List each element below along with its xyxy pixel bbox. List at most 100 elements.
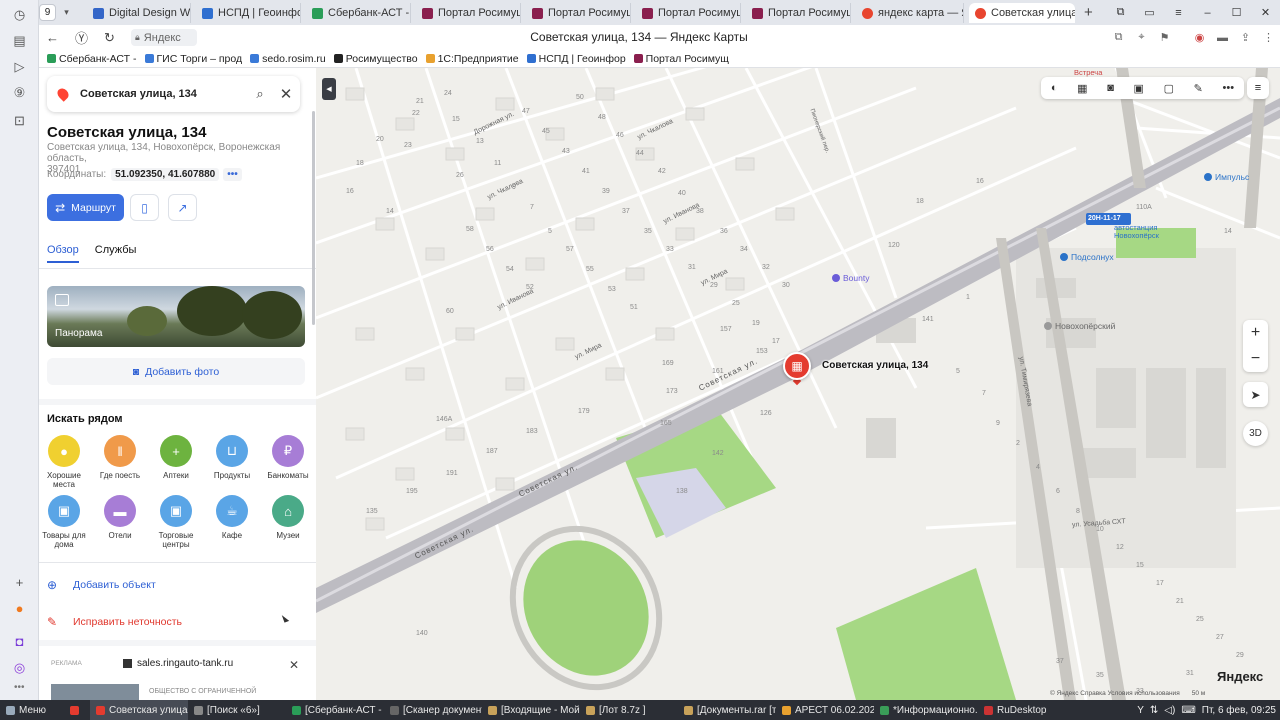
history-icon[interactable]: ◷ <box>10 5 29 24</box>
taskbar-item[interactable]: Советская улица, ... <box>90 700 188 720</box>
taskbar-item[interactable]: *Информационно... <box>874 700 978 720</box>
bookmark-item[interactable]: Росимущество <box>333 53 418 65</box>
add-panel-icon[interactable]: + <box>10 573 29 592</box>
3d-toggle-button[interactable]: 3D <box>1243 421 1268 446</box>
ruler-icon[interactable]: ✎ <box>1194 82 1203 95</box>
camera-icon[interactable]: ◙ <box>1107 82 1114 94</box>
ad-block[interactable]: РЕКЛАМА sales.ringauto-tank.ru ✕ ОБЩЕСТВ… <box>47 656 305 700</box>
close-window-icon[interactable]: ✕ <box>1251 0 1280 25</box>
mail-icon[interactable]: ● <box>10 599 29 618</box>
taskbar-item[interactable]: RuDesktop <box>978 700 1050 720</box>
bookmark-icon[interactable]: ⚑ <box>1153 28 1176 47</box>
tab-yandex-search[interactable]: яндекс карта — Янд <box>856 3 964 23</box>
transit-icon[interactable]: ▣ <box>1134 82 1144 95</box>
poi-bus-station[interactable]: автостанция Новохопёрск <box>1114 224 1176 240</box>
close-ad-icon[interactable]: ✕ <box>289 658 299 672</box>
nearby-food[interactable]: ǁ Где поесть <box>92 435 148 480</box>
nearby-home-goods[interactable]: ▣ Товары для дома <box>39 495 92 549</box>
collections-icon[interactable]: ▤ <box>10 31 29 50</box>
taskbar-item[interactable]: [Лот 8.7z ] <box>580 700 678 720</box>
yandex-logo[interactable]: Яндекс <box>1217 669 1263 684</box>
bookmark-button[interactable]: ▯ <box>130 194 159 221</box>
nearby-atm[interactable]: ₽ Банкоматы <box>260 435 316 480</box>
play-icon[interactable]: ▷ <box>10 57 29 76</box>
poi-bounty[interactable]: Bounty <box>832 273 869 283</box>
tab-rosim-2[interactable]: Портал Росимущес <box>526 3 631 23</box>
nearby-groceries[interactable]: ⊔ Продукты <box>204 435 260 480</box>
add-object-button[interactable]: ⊕ Добавить объект <box>47 578 156 592</box>
zoom-in-icon[interactable]: + <box>1243 320 1268 346</box>
chevron-down-icon[interactable]: ▾ <box>58 4 75 21</box>
poi-novokhopersky[interactable]: Новохопёрский <box>1044 321 1115 331</box>
bookmark-manager-icon[interactable]: ▭ <box>1135 0 1164 25</box>
keyboard-icon[interactable]: ⌨ <box>1181 705 1195 716</box>
ad-site[interactable]: sales.ringauto-tank.ru <box>123 658 233 669</box>
taskbar-item[interactable]: [Сканер документ... <box>384 700 482 720</box>
bookmark-item[interactable]: Сбербанк-АСТ - <box>47 53 137 65</box>
tab-services[interactable]: Службы <box>95 244 137 263</box>
fix-error-button[interactable]: ✎ Исправить неточность <box>47 615 182 629</box>
screenshot-icon[interactable]: ⊡ <box>10 111 29 130</box>
place-marker-icon[interactable]: ▦ <box>783 352 811 380</box>
geolocation-icon[interactable]: ➤ <box>1243 382 1268 407</box>
search-input[interactable]: Советская улица, 134 <box>80 88 248 100</box>
yandex-tray-icon[interactable]: Y <box>1137 705 1144 716</box>
messenger-icon[interactable]: ◘ <box>10 632 29 651</box>
coords-value[interactable]: 51.092350, 41.607880 <box>111 168 220 181</box>
tab-nspd[interactable]: НСПД | Геоинформ <box>196 3 301 23</box>
search-box[interactable]: Советская улица, 134 ⌕ ✕ <box>47 76 300 112</box>
poi-vstrecha[interactable]: Встреча <box>1074 68 1102 77</box>
extension-icon[interactable]: ◉ <box>1188 28 1211 47</box>
nearby-pharmacy[interactable]: + Аптеки <box>148 435 204 480</box>
location-icon[interactable]: ⌖ <box>1130 28 1153 47</box>
url-field[interactable]: 🔒︎ Яндекс <box>131 29 197 46</box>
collapse-panel-icon[interactable]: ◀ <box>322 78 336 100</box>
alice-icon[interactable]: ◎ <box>10 658 29 677</box>
add-photo-button[interactable]: ◙ Добавить фото <box>47 358 305 385</box>
panel-scrollbar[interactable] <box>312 111 315 325</box>
bookmark-item[interactable]: 1С:Предприятие <box>425 53 519 65</box>
copy-icon[interactable]: ⧉ <box>1107 28 1130 47</box>
nearby-good-places[interactable]: ● Хорошие места <box>39 435 92 489</box>
taskbar-item[interactable]: [Поиск «6»] <box>188 700 286 720</box>
bookmark-item[interactable]: НСПД | Геоинфор <box>526 53 626 65</box>
more-icon[interactable]: ••• <box>1223 82 1235 94</box>
tab-rosim-1[interactable]: Портал Росимущес <box>416 3 521 23</box>
reload-icon[interactable]: ↻ <box>101 29 118 46</box>
more-icon[interactable]: ••• <box>14 682 25 693</box>
tab-rosim-4[interactable]: Портал Росимущес <box>746 3 851 23</box>
network-icon[interactable]: ⇅ <box>1150 705 1158 716</box>
search-icon[interactable]: ⌕ <box>248 86 272 102</box>
poi-impuls[interactable]: Импульс <box>1204 172 1249 182</box>
bookmark-item[interactable]: ГИС Торги – прод <box>144 53 242 65</box>
profile-icon[interactable]: ⋮ <box>1257 28 1280 47</box>
panorama-thumbnail[interactable]: Панорама <box>47 286 305 347</box>
tab-yandex-maps-active[interactable]: Советская улица✕ <box>969 3 1075 23</box>
taskbar-item[interactable]: [Сбербанк-АСТ - Э... <box>286 700 384 720</box>
nearby-cafe[interactable]: ☕︎ Кафе <box>204 495 260 540</box>
downloads-icon[interactable]: ▬ <box>1211 28 1234 47</box>
minimize-icon[interactable]: – <box>1193 0 1222 25</box>
nearby-hotels[interactable]: ▬ Отели <box>92 495 148 540</box>
bookmark-item[interactable]: sedo.rosim.ru <box>250 53 326 65</box>
zoom-out-icon[interactable]: − <box>1243 346 1268 372</box>
marker-label[interactable]: Советская улица, 134 <box>822 360 928 371</box>
new-tab-icon[interactable]: + <box>1084 4 1093 21</box>
poi-podsolnukh[interactable]: Подсолнух <box>1060 252 1114 262</box>
route-button[interactable]: ⇄ Маршрут <box>47 194 124 221</box>
attribution-text[interactable]: © Яндекс Справка Условия использования <box>1050 690 1180 697</box>
map-menu-icon[interactable]: ≡ <box>1247 77 1269 99</box>
back-icon[interactable]: ← <box>44 29 61 46</box>
traffic-icon[interactable]: ▢ <box>1164 82 1174 95</box>
tab-counter[interactable]: 9 ▾ <box>39 4 77 21</box>
panorama-mode-icon[interactable]: ▦ <box>1077 82 1087 95</box>
tab-overview[interactable]: Обзор <box>47 244 79 263</box>
yandex-browser-launcher[interactable] <box>64 700 90 720</box>
taskbar-item[interactable]: [Входящие - Мой... <box>482 700 580 720</box>
layers-icon[interactable]: ◐ <box>1051 82 1058 94</box>
start-menu-button[interactable]: Меню <box>0 700 64 720</box>
taskbar-item[interactable]: [Документы.rar [т... <box>678 700 776 720</box>
main-menu-icon[interactable]: ≡ <box>1164 0 1193 25</box>
nearby-malls[interactable]: ▣ Торговые центры <box>148 495 204 549</box>
yandex-home-icon[interactable]: Ⓨ <box>73 29 90 46</box>
